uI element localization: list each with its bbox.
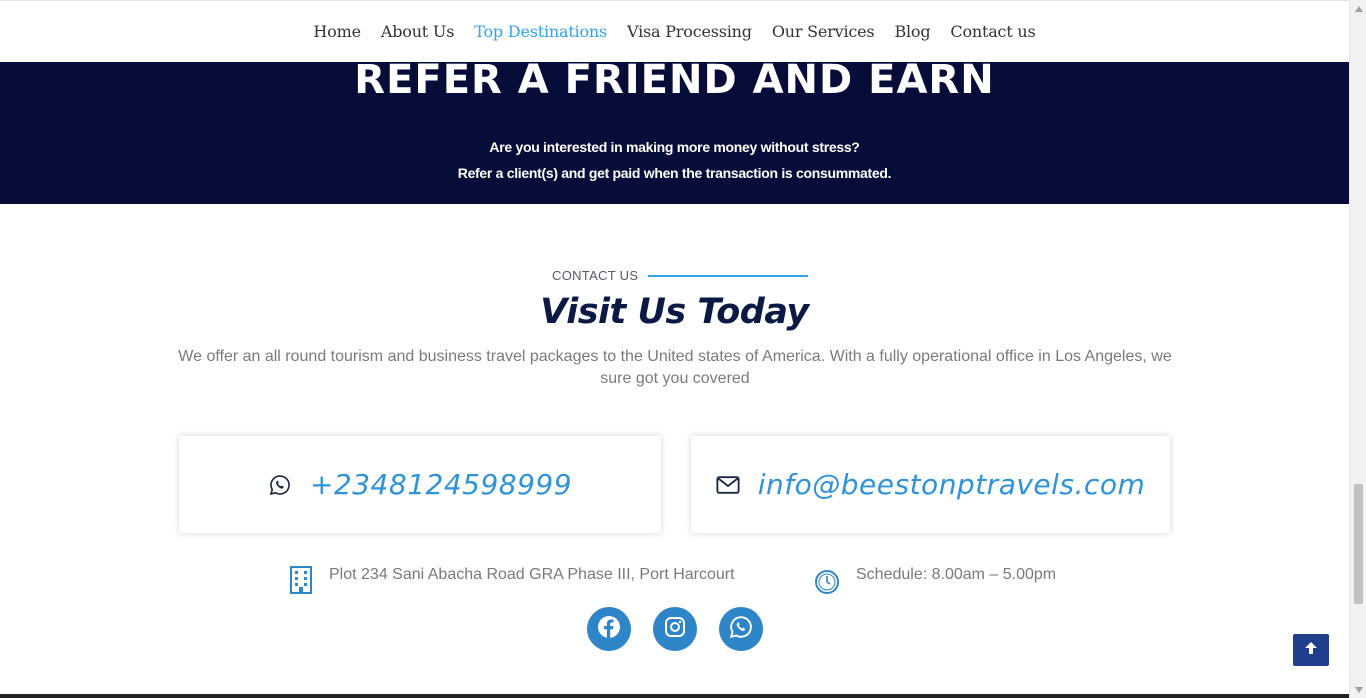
phone-number-link[interactable]: +2348124598999 xyxy=(310,468,572,501)
nav-contact-us[interactable]: Contact us xyxy=(950,22,1035,41)
email-link[interactable]: info@beestonptravels.com xyxy=(758,468,1145,501)
main-nav: Home About Us Top Destinations Visa Proc… xyxy=(0,0,1349,62)
address-text: Plot 234 Sani Abacha Road GRA Phase III,… xyxy=(329,566,735,583)
arrow-up-icon xyxy=(1303,640,1319,661)
email-card: info@beestonptravels.com xyxy=(691,436,1170,533)
phone-card: +2348124598999 xyxy=(179,436,661,533)
section-description: We offer an all round tourism and busine… xyxy=(178,348,1172,387)
facebook-link[interactable] xyxy=(587,607,631,651)
whatsapp-icon xyxy=(729,615,753,644)
schedule-text: Schedule: 8.00am – 5.00pm xyxy=(856,566,1057,583)
nav-about-us[interactable]: About Us xyxy=(381,22,455,41)
social-links xyxy=(587,607,763,651)
nav-blog[interactable]: Blog xyxy=(894,22,930,41)
banner-title: REFER A FRIEND AND EARN xyxy=(354,57,995,103)
nav-visa-processing[interactable]: Visa Processing xyxy=(627,22,752,41)
envelope-icon xyxy=(716,473,740,497)
eyebrow-divider xyxy=(648,274,809,277)
whatsapp-icon xyxy=(268,473,292,497)
section-eyebrow: CONTACT US xyxy=(552,268,809,283)
banner-line-2: Refer a client(s) and get paid when the … xyxy=(457,165,892,181)
instagram-icon xyxy=(664,616,686,643)
footer-edge xyxy=(0,694,1349,698)
whatsapp-link[interactable] xyxy=(719,607,763,651)
scroll-down-arrow-icon[interactable] xyxy=(1350,681,1366,698)
eyebrow-label: CONTACT US xyxy=(552,268,639,283)
instagram-link[interactable] xyxy=(653,607,697,651)
scrollbar-thumb[interactable] xyxy=(1354,484,1363,604)
banner-line-1: Are you interested in making more money … xyxy=(489,139,860,155)
schedule-info: Schedule: 8.00am – 5.00pm xyxy=(814,565,1056,600)
banner-subtitle: Are you interested in making more money … xyxy=(0,134,1349,186)
building-icon xyxy=(289,565,313,600)
nav-home[interactable]: Home xyxy=(313,22,361,41)
address-info: Plot 234 Sani Abacha Road GRA Phase III,… xyxy=(289,565,735,600)
facebook-icon xyxy=(597,615,621,644)
page-scrollbar[interactable] xyxy=(1349,0,1366,698)
section-heading: Visit Us Today xyxy=(540,292,809,332)
clock-icon xyxy=(814,565,840,600)
nav-top-destinations[interactable]: Top Destinations xyxy=(474,22,607,41)
scroll-up-arrow-icon[interactable] xyxy=(1350,0,1366,17)
refer-banner: REFER A FRIEND AND EARN Are you interest… xyxy=(0,57,1349,204)
scroll-to-top-button[interactable] xyxy=(1293,634,1329,666)
nav-our-services[interactable]: Our Services xyxy=(772,22,875,41)
